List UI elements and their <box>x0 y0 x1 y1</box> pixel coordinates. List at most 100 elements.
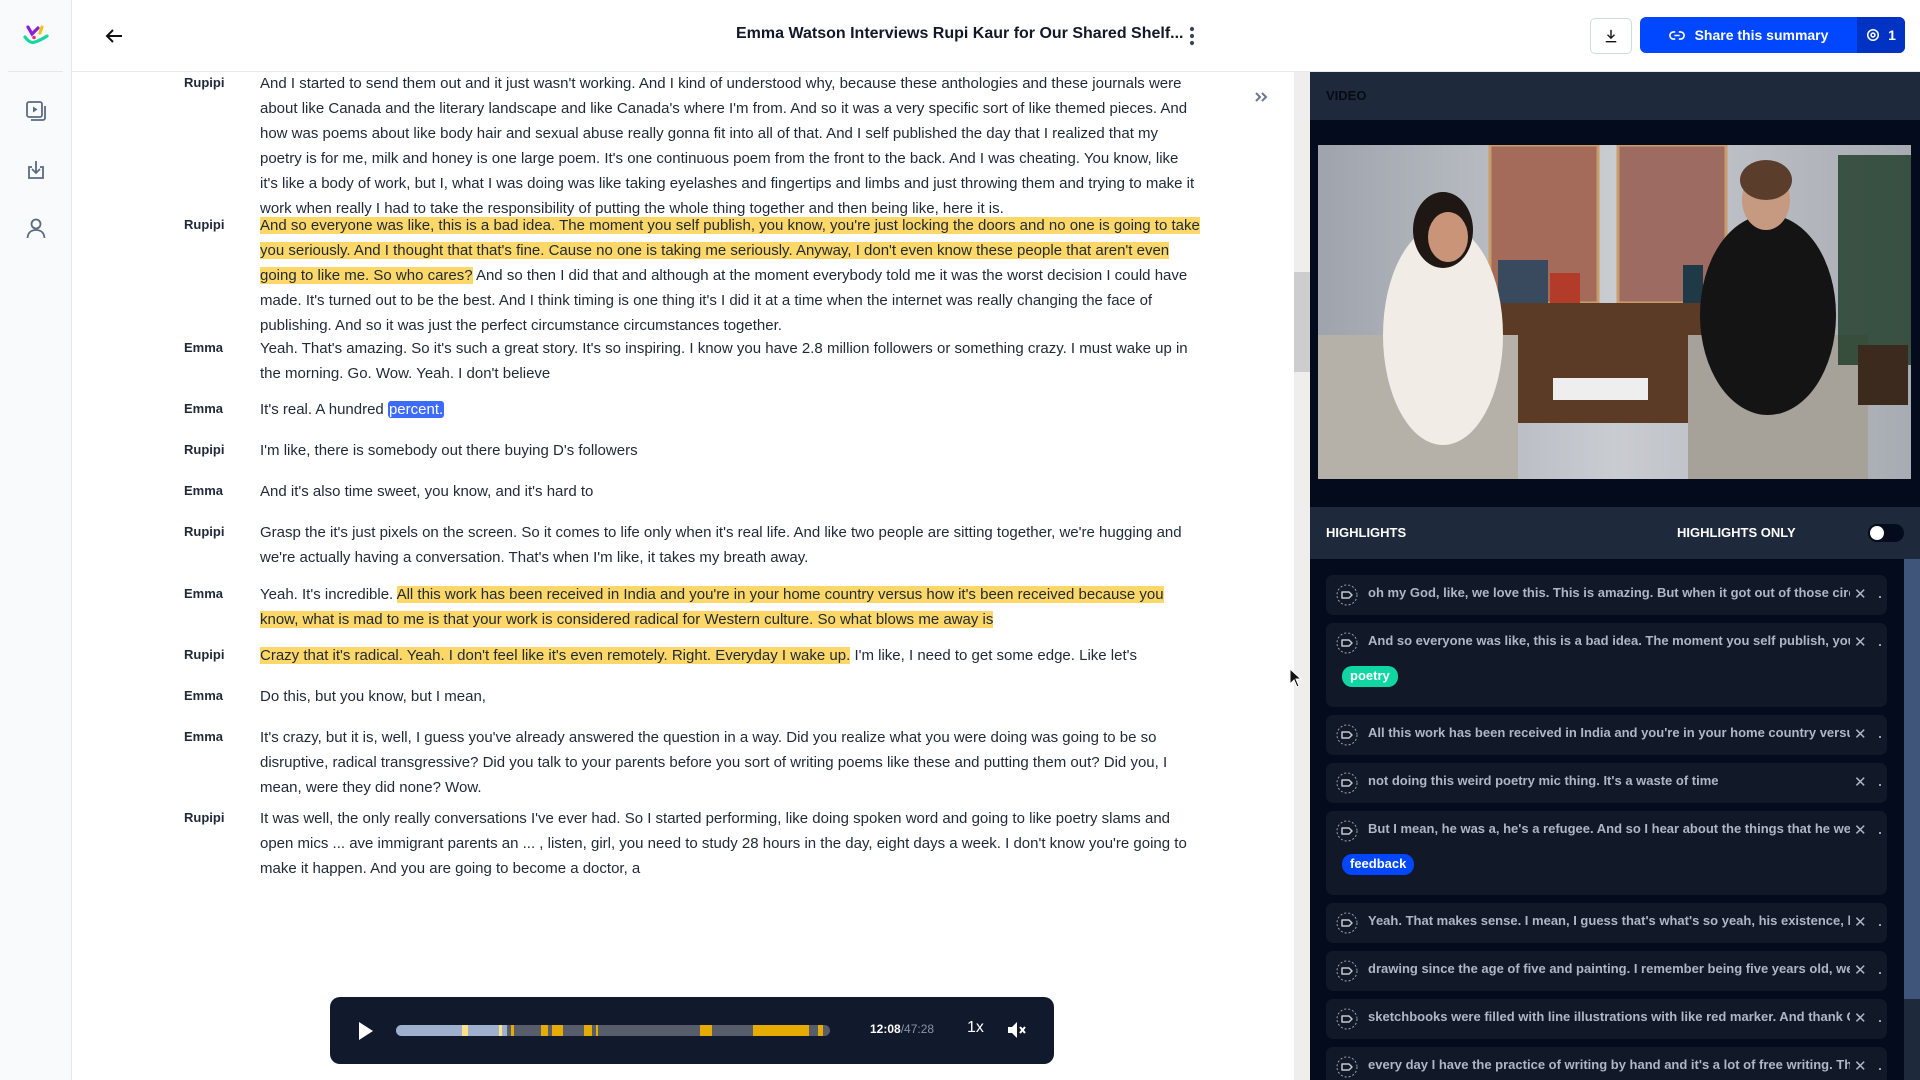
segment-text[interactable]: Crazy that it's radical. Yeah. I don't f… <box>260 643 1200 668</box>
speaker-name[interactable]: Rupipi <box>184 524 224 539</box>
plain-text[interactable]: It's real. A hundred <box>260 401 388 418</box>
import-icon[interactable] <box>24 158 48 182</box>
remove-highlight-icon[interactable]: ✕ <box>1854 913 1870 931</box>
view-count-badge[interactable]: 1 <box>1857 17 1905 53</box>
highlight-card[interactable]: not doing this weird poetry mic thing. I… <box>1326 763 1887 803</box>
highlight-card[interactable]: All this work has been received in India… <box>1326 715 1887 755</box>
segment-text[interactable]: I'm like, there is somebody out there bu… <box>260 438 1200 463</box>
remove-highlight-icon[interactable]: ✕ <box>1854 773 1870 791</box>
tag-icon[interactable] <box>1336 960 1358 982</box>
plain-text[interactable]: Yeah. That's amazing. So it's such a gre… <box>260 340 1188 382</box>
highlight-text[interactable]: And so everyone was like, this is a bad … <box>1368 633 1850 648</box>
speaker-name[interactable]: Emma <box>184 483 223 498</box>
remove-highlight-icon[interactable]: ✕ <box>1854 1057 1870 1075</box>
remove-highlight-icon[interactable]: ✕ <box>1854 961 1870 979</box>
highlight-marker[interactable] <box>461 1025 468 1036</box>
segment-text[interactable]: It's crazy, but it is, well, I guess you… <box>260 725 1200 800</box>
highlight-marker[interactable] <box>817 1025 824 1036</box>
remove-highlight-icon[interactable]: ✕ <box>1854 633 1870 651</box>
tag-icon[interactable] <box>1336 1008 1358 1030</box>
transcript-scroll-thumb[interactable] <box>1294 272 1310 372</box>
highlights-scroll-thumb[interactable] <box>1904 559 1920 999</box>
highlight-card[interactable]: And so everyone was like, this is a bad … <box>1326 623 1887 707</box>
highlighted-text[interactable]: Crazy that it's radical. Yeah. I don't f… <box>260 647 851 664</box>
plain-text[interactable]: Do this, but you know, but I mean, <box>260 688 486 705</box>
remove-highlight-icon[interactable]: ✕ <box>1854 1009 1870 1027</box>
muted-speaker-icon[interactable] <box>1006 1019 1028 1041</box>
segment-text[interactable]: And so everyone was like, this is a bad … <box>260 213 1200 338</box>
highlight-text[interactable]: not doing this weird poetry mic thing. I… <box>1368 773 1850 788</box>
highlight-text[interactable]: every day I have the practice of writing… <box>1368 1057 1850 1072</box>
plain-text[interactable]: I'm like, there is somebody out there bu… <box>260 442 638 459</box>
highlights-scrollbar[interactable] <box>1904 559 1920 1080</box>
tag-icon[interactable] <box>1336 632 1358 654</box>
progress-bar[interactable] <box>396 1025 830 1036</box>
segment-text[interactable]: Grasp the it's just pixels on the screen… <box>260 520 1200 570</box>
highlight-marker[interactable] <box>540 1025 548 1036</box>
segment-text[interactable]: It was well, the only really conversatio… <box>260 806 1200 881</box>
highlight-card[interactable]: Yeah. That makes sense. I mean, I guess … <box>1326 903 1887 943</box>
highlight-card[interactable]: oh my God, like, we love this. This is a… <box>1326 575 1887 615</box>
highlight-text[interactable]: oh my God, like, we love this. This is a… <box>1368 585 1850 600</box>
tag-icon[interactable] <box>1336 724 1358 746</box>
speaker-name[interactable]: Emma <box>184 586 223 601</box>
video-player[interactable] <box>1318 145 1911 479</box>
speaker-name[interactable]: Emma <box>184 340 223 355</box>
remove-highlight-icon[interactable]: ✕ <box>1854 585 1870 603</box>
video-library-icon[interactable] <box>24 99 48 123</box>
speaker-name[interactable]: Rupipi <box>184 647 224 662</box>
plain-text[interactable]: And it's also time sweet, you know, and … <box>260 483 593 500</box>
segment-text[interactable]: And I started to send them out and it ju… <box>260 72 1200 221</box>
tag-icon[interactable] <box>1336 584 1358 606</box>
plain-text[interactable]: Yeah. It's incredible. <box>260 586 397 603</box>
highlight-text[interactable]: Yeah. That makes sense. I mean, I guess … <box>1368 913 1850 928</box>
highlight-text[interactable]: sketchbooks were filled with line illust… <box>1368 1009 1850 1024</box>
highlight-marker[interactable] <box>499 1025 502 1036</box>
tag-icon[interactable] <box>1336 912 1358 934</box>
tag-chip[interactable]: feedback <box>1342 854 1415 875</box>
segment-text[interactable]: It's real. A hundred percent. <box>260 397 1200 422</box>
plain-text[interactable]: It's crazy, but it is, well, I guess you… <box>260 729 1167 796</box>
remove-highlight-icon[interactable]: ✕ <box>1854 821 1870 839</box>
speaker-name[interactable]: Emma <box>184 401 223 416</box>
highlight-card[interactable]: drawing since the age of five and painti… <box>1326 951 1887 991</box>
speaker-name[interactable]: Rupipi <box>184 810 224 825</box>
more-options-icon[interactable] <box>1184 24 1200 48</box>
speaker-name[interactable]: Rupipi <box>184 217 224 232</box>
segment-text[interactable]: Do this, but you know, but I mean, <box>260 684 1200 709</box>
segment-text[interactable]: Yeah. That's amazing. So it's such a gre… <box>260 336 1200 386</box>
highlight-card[interactable]: sketchbooks were filled with line illust… <box>1326 999 1887 1039</box>
speaker-name[interactable]: Rupipi <box>184 442 224 457</box>
segment-text[interactable]: And it's also time sweet, you know, and … <box>260 479 1200 504</box>
transcript-scrollbar[interactable] <box>1294 72 1310 1080</box>
playback-speed-button[interactable]: 1x <box>967 1019 984 1037</box>
highlight-marker[interactable] <box>551 1025 563 1036</box>
tag-icon[interactable] <box>1336 1056 1358 1078</box>
expand-panel-icon[interactable] <box>1252 88 1270 106</box>
plain-text[interactable]: Grasp the it's just pixels on the screen… <box>260 524 1182 566</box>
speaker-name[interactable]: Emma <box>184 729 223 744</box>
highlights-only-toggle[interactable] <box>1868 524 1904 542</box>
tag-chip[interactable]: poetry <box>1342 666 1398 687</box>
play-icon[interactable] <box>356 1019 376 1043</box>
plain-text[interactable]: I'm like, I need to get some edge. Like … <box>850 647 1137 664</box>
highlight-marker[interactable] <box>583 1025 593 1036</box>
speaker-name[interactable]: Rupipi <box>184 75 224 90</box>
tag-icon[interactable] <box>1336 772 1358 794</box>
user-icon[interactable] <box>24 216 48 240</box>
tag-icon[interactable] <box>1336 820 1358 842</box>
highlight-text[interactable]: All this work has been received in India… <box>1368 725 1850 740</box>
segment-text[interactable]: Yeah. It's incredible. All this work has… <box>260 582 1200 632</box>
highlight-text[interactable]: drawing since the age of five and painti… <box>1368 961 1850 976</box>
speaker-name[interactable]: Emma <box>184 688 223 703</box>
share-summary-button[interactable]: Share this summary 1 <box>1640 17 1905 53</box>
download-button[interactable] <box>1590 18 1632 54</box>
plain-text[interactable]: It was well, the only really conversatio… <box>260 810 1187 877</box>
current-word[interactable]: percent. <box>387 401 445 418</box>
highlight-marker[interactable] <box>595 1025 598 1036</box>
highlight-text[interactable]: But I mean, he was a, he's a refugee. An… <box>1368 821 1850 836</box>
highlight-marker[interactable] <box>511 1025 515 1036</box>
back-arrow-icon[interactable] <box>102 24 126 48</box>
highlight-marker[interactable] <box>752 1025 810 1036</box>
app-logo[interactable] <box>22 24 50 50</box>
